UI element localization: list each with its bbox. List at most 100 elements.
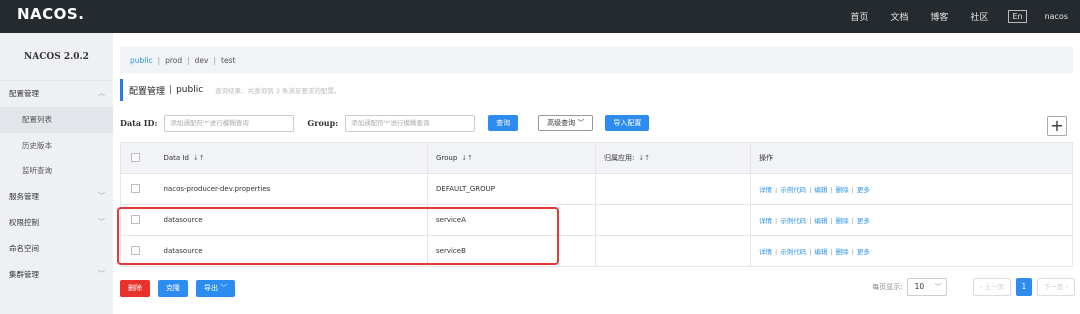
op-edit-link[interactable]: 编辑: [814, 217, 827, 225]
cell-operations: 详情 | 示例代码 | 编辑 | 删除 | 更多: [750, 204, 1073, 236]
sidebar-title: NACOS 2.0.2: [0, 33, 113, 81]
namespace-test[interactable]: test: [221, 56, 235, 65]
op-sample-code-link[interactable]: 示例代码: [780, 186, 806, 194]
namespace-prod[interactable]: prod: [165, 56, 182, 65]
sort-icon[interactable]: ↓↑: [461, 154, 473, 162]
next-page-button[interactable]: 下一页 ›: [1036, 278, 1075, 296]
page-number-current[interactable]: 1: [1015, 278, 1032, 296]
chevron-up-icon: ︿: [98, 89, 105, 97]
cell-data-id: nacos-producer-dev.properties: [155, 173, 428, 205]
query-button[interactable]: 查询: [488, 115, 519, 131]
advanced-query-label: 高级查询: [547, 119, 576, 127]
nav-community[interactable]: 社区: [970, 10, 988, 23]
select-all-cell: [120, 142, 156, 174]
sidebar-item-label: 配置管理: [9, 89, 39, 98]
sidebar-item-label: 配置列表: [22, 114, 52, 124]
sidebar-item-label: 监听查询: [22, 166, 52, 176]
nav-docs[interactable]: 文档: [890, 10, 908, 23]
chevron-down-icon: ﹀: [220, 284, 228, 292]
chevron-down-icon: ﹀: [98, 217, 105, 226]
sidebar-item-history[interactable]: 历史版本: [0, 133, 113, 159]
table-header-row: Data Id ↓↑ Group ↓↑ 归属应用: ↓↑ 操作: [120, 142, 1073, 174]
sidebar-item-label: 服务管理: [9, 192, 39, 202]
export-button[interactable]: 导出 ﹀: [196, 280, 236, 297]
namespace-dev[interactable]: dev: [195, 56, 209, 65]
pagination: 每页显示: 10 ﹀ ‹ 上一页 1 下一页 ›: [872, 278, 1075, 296]
query-result-hint: 查询结果：共查询到 3 条满足要求的配置。: [215, 87, 341, 95]
nacos-logo[interactable]: NACOS.: [17, 5, 84, 23]
page-size-select[interactable]: 10 ﹀: [906, 278, 947, 296]
page-title-text: 配置管理: [129, 86, 166, 97]
add-config-button[interactable]: +: [1047, 116, 1067, 136]
import-config-button[interactable]: 导入配置: [605, 115, 650, 131]
sidebar-item-config-list[interactable]: 配置列表: [0, 106, 113, 133]
sort-icon[interactable]: ↓↑: [638, 154, 650, 162]
sidebar-item-cluster-management[interactable]: 集群管理 ﹀: [0, 262, 113, 288]
namespace-public[interactable]: public: [130, 56, 153, 65]
sidebar: NACOS 2.0.2 配置管理 ︿ 配置列表 历史版本 监听查询 服务管理 ﹀…: [0, 33, 113, 314]
batch-actions: 删除 克隆 导出 ﹀: [120, 280, 243, 297]
group-input[interactable]: 添加通配符'*'进行模糊查询: [345, 114, 476, 132]
op-sample-code-link[interactable]: 示例代码: [780, 217, 806, 225]
language-switch[interactable]: En: [1008, 10, 1027, 23]
user-menu[interactable]: nacos: [1045, 12, 1068, 21]
op-delete-link[interactable]: 删除: [836, 217, 849, 225]
nav-home[interactable]: 首页: [850, 10, 868, 23]
advanced-query-button[interactable]: 高级查询 ﹀: [538, 115, 594, 131]
column-operations: 操作: [750, 142, 1073, 174]
op-more-link[interactable]: 更多: [857, 186, 870, 194]
highlight-annotation-box: [117, 207, 559, 265]
cell-operations: 详情 | 示例代码 | 编辑 | 删除 | 更多: [750, 173, 1073, 205]
chevron-down-icon: ﹀: [98, 192, 105, 201]
title-separator: |: [169, 85, 173, 95]
op-edit-link[interactable]: 编辑: [814, 186, 827, 194]
clone-button[interactable]: 克隆: [158, 280, 188, 297]
cell-operations: 详情 | 示例代码 | 编辑 | 删除 | 更多: [750, 235, 1073, 267]
row-checkbox[interactable]: [131, 183, 140, 193]
cell-group: DEFAULT_GROUP: [427, 173, 596, 205]
page-title-namespace: public: [176, 85, 204, 95]
namespace-bar: public | prod | dev | test: [120, 47, 1073, 73]
op-detail-link[interactable]: 详情: [759, 217, 772, 225]
sidebar-item-label: 权限控制: [9, 217, 39, 227]
cell-app: [595, 204, 751, 236]
op-edit-link[interactable]: 编辑: [814, 248, 827, 256]
sidebar-item-namespace[interactable]: 命名空间: [0, 236, 113, 262]
cell-app: [595, 173, 751, 205]
data-id-input[interactable]: 添加通配符'*'进行模糊查询: [164, 114, 295, 132]
column-data-id[interactable]: Data Id ↓↑: [155, 142, 428, 174]
top-nav: 首页 文档 博客 社区 En nacos: [828, 0, 1068, 33]
page-title: 配置管理 | public 查询结果：共查询到 3 条满足要求的配置。: [120, 79, 340, 101]
op-detail-link[interactable]: 详情: [759, 186, 772, 194]
main-content: public | prod | dev | test 配置管理 | public…: [113, 33, 1080, 314]
delete-button[interactable]: 删除: [120, 280, 150, 297]
column-app[interactable]: 归属应用: ↓↑: [595, 142, 751, 174]
page-size-value: 10: [914, 282, 925, 291]
row-select-cell: [120, 173, 156, 205]
filter-bar: Data ID: 添加通配符'*'进行模糊查询 Group: 添加通配符'*'进…: [120, 113, 650, 133]
sidebar-item-service-management[interactable]: 服务管理 ﹀: [0, 184, 113, 210]
chevron-down-icon: ﹀: [98, 269, 105, 278]
chevron-down-icon: ﹀: [934, 283, 942, 291]
op-more-link[interactable]: 更多: [857, 248, 870, 256]
top-header: NACOS. 首页 文档 博客 社区 En nacos: [0, 0, 1080, 33]
column-group[interactable]: Group ↓↑: [427, 142, 596, 174]
op-more-link[interactable]: 更多: [857, 217, 870, 225]
sidebar-item-label: 集群管理: [9, 269, 39, 279]
export-label: 导出: [204, 284, 218, 292]
op-sample-code-link[interactable]: 示例代码: [780, 248, 806, 256]
sidebar-item-listener-query[interactable]: 监听查询: [0, 158, 113, 184]
select-all-checkbox[interactable]: [131, 152, 140, 162]
nav-blog[interactable]: 博客: [930, 10, 948, 23]
prev-page-button[interactable]: ‹ 上一页: [972, 278, 1011, 296]
chevron-right-icon: ›: [1063, 283, 1068, 291]
sidebar-item-config-management[interactable]: 配置管理 ︿: [0, 81, 113, 107]
sort-icon[interactable]: ↓↑: [193, 154, 205, 162]
sidebar-item-label: 命名空间: [9, 243, 39, 253]
data-id-label: Data ID:: [120, 118, 158, 128]
op-detail-link[interactable]: 详情: [759, 248, 772, 256]
op-delete-link[interactable]: 删除: [836, 248, 849, 256]
op-delete-link[interactable]: 删除: [836, 186, 849, 194]
sidebar-item-access-control[interactable]: 权限控制 ﹀: [0, 210, 113, 236]
namespace-separator: |: [213, 55, 217, 65]
